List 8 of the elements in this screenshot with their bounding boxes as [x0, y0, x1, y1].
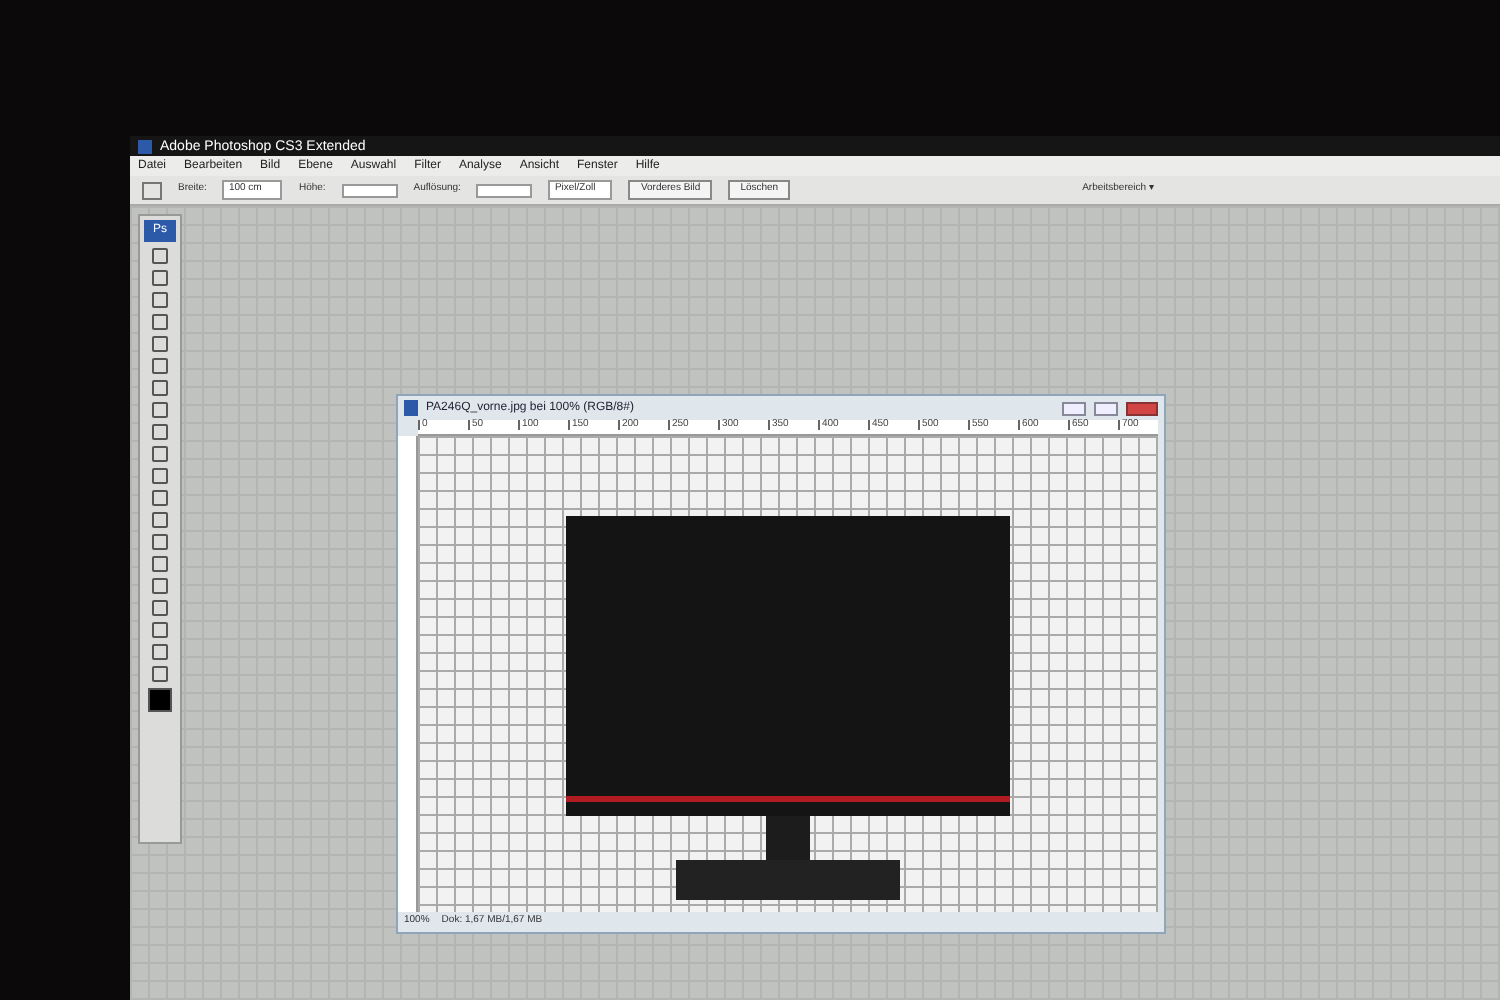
maximize-button[interactable] — [1094, 401, 1118, 415]
app-icon — [138, 139, 152, 153]
color-swatch-icon[interactable] — [148, 688, 172, 712]
document-icon — [404, 400, 418, 416]
minimize-button[interactable] — [1062, 401, 1086, 415]
resolution-field[interactable] — [476, 183, 533, 197]
close-button[interactable] — [1126, 401, 1158, 415]
height-field[interactable] — [341, 183, 398, 197]
